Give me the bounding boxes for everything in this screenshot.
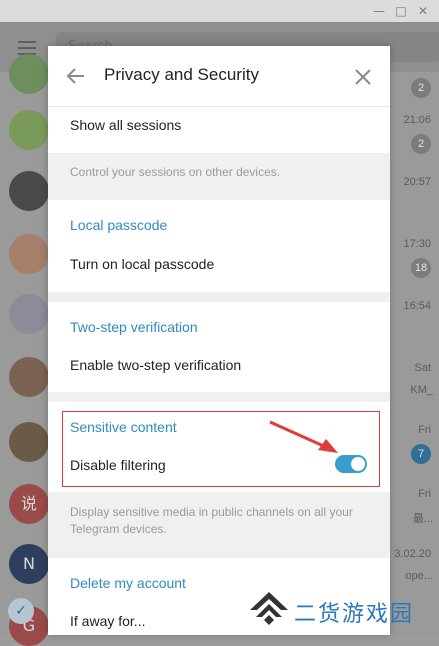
two-step-title: Two-step verification	[70, 319, 198, 335]
dialog-header: Privacy and Security	[48, 46, 390, 107]
privacy-security-dialog: Privacy and Security Show all sessions C…	[48, 46, 390, 635]
local-passcode-section: Local passcode Turn on local passcode	[48, 200, 390, 292]
red-arrow-icon	[269, 420, 338, 453]
chat-avatar[interactable]	[9, 357, 49, 397]
local-passcode-title: Local passcode	[70, 217, 168, 233]
chat-time: Fri	[418, 488, 431, 500]
chat-time: 20:57	[403, 176, 431, 188]
sessions-note: Control your sessions on other devices.	[70, 165, 281, 179]
chat-avatar[interactable]	[9, 422, 49, 462]
delete-account-title: Delete my account	[70, 575, 186, 591]
unread-badge: 7	[411, 444, 431, 464]
window-titlebar: — □ ✕	[0, 0, 439, 22]
close-icon[interactable]: ✕	[413, 2, 433, 20]
if-away-for-button[interactable]: If away for...	[70, 613, 145, 629]
dialog-title: Privacy and Security	[104, 65, 259, 84]
chat-avatar[interactable]	[9, 54, 49, 94]
chat-time: 16:54	[403, 300, 431, 312]
chat-time: 3.02.20	[394, 548, 431, 560]
chat-time: 17:30	[403, 238, 431, 250]
menu-icon[interactable]	[18, 41, 36, 55]
show-all-sessions-button[interactable]: Show all sessions	[70, 117, 181, 133]
chat-avatar[interactable]	[9, 294, 49, 334]
chat-avatar[interactable]	[9, 171, 49, 211]
watermark-emblem-icon	[250, 592, 288, 625]
maximize-icon[interactable]: □	[391, 2, 411, 20]
chat-avatar[interactable]: 说	[9, 484, 49, 524]
chat-time: 21:06	[403, 114, 431, 126]
verified-check-icon: ✓	[8, 598, 34, 624]
minimize-icon[interactable]: —	[369, 2, 389, 20]
back-arrow-icon[interactable]	[64, 64, 88, 88]
chat-avatar[interactable]: N	[9, 544, 49, 584]
close-icon[interactable]	[352, 66, 374, 88]
chat-snippet: 最...	[412, 513, 433, 525]
watermark-text: 二货游戏园	[294, 602, 415, 627]
two-step-section: Two-step verification Enable two-step ve…	[48, 302, 390, 392]
watermark-logo: 二货游戏园	[248, 588, 434, 632]
unread-badge: 2	[411, 78, 431, 98]
chat-snippet: ope...	[405, 570, 433, 582]
sessions-section: Show all sessions	[48, 107, 390, 153]
chat-avatar[interactable]	[9, 234, 49, 274]
chat-time: Sat	[414, 362, 431, 374]
chat-snippet: KM_	[410, 384, 433, 396]
unread-badge: 2	[411, 134, 431, 154]
chat-time: Fri	[418, 424, 431, 436]
chat-avatar[interactable]	[9, 110, 49, 150]
turn-on-passcode-button[interactable]: Turn on local passcode	[70, 256, 214, 272]
sensitive-content-note: Display sensitive media in public channe…	[70, 505, 353, 536]
enable-two-step-button[interactable]: Enable two-step verification	[70, 357, 241, 373]
unread-badge: 18	[411, 258, 431, 278]
